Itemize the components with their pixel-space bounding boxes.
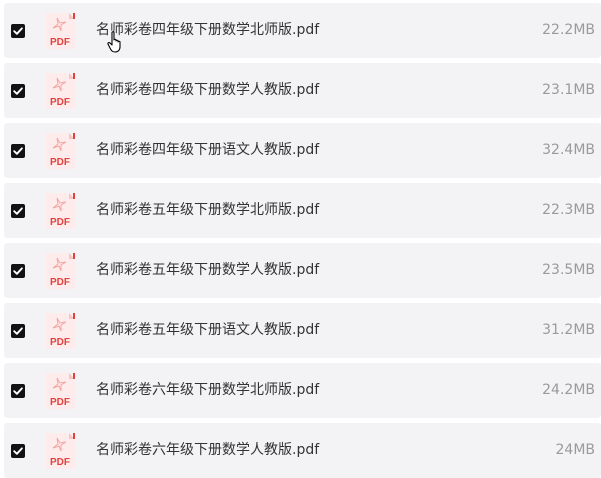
file-row[interactable]: PDF 名师彩卷六年级下册数学人教版.pdf 24MB: [4, 423, 601, 478]
file-size: 23.5MB: [542, 262, 595, 278]
file-name[interactable]: 名师彩卷五年级下册数学人教版.pdf: [96, 243, 319, 298]
pdf-icon-label: PDF: [50, 37, 70, 48]
file-row[interactable]: PDF 名师彩卷四年级下册语文人教版.pdf 32.4MB: [4, 123, 601, 178]
file-name[interactable]: 名师彩卷五年级下册数学北师版.pdf: [96, 183, 319, 238]
pdf-icon-label: PDF: [50, 157, 70, 168]
pdf-icon: PDF: [46, 253, 75, 289]
file-row[interactable]: PDF 名师彩卷五年级下册数学北师版.pdf 22.3MB: [4, 183, 601, 238]
file-row[interactable]: PDF 名师彩卷六年级下册数学北师版.pdf 24.2MB: [4, 363, 601, 418]
file-checkbox[interactable]: [11, 264, 25, 278]
file-name[interactable]: 名师彩卷四年级下册语文人教版.pdf: [96, 123, 319, 178]
pdf-icon: PDF: [46, 193, 75, 229]
file-size: 32.4MB: [542, 142, 595, 158]
pdf-icon: PDF: [46, 13, 75, 49]
pdf-icon: PDF: [46, 433, 75, 469]
file-checkbox[interactable]: [11, 24, 25, 38]
file-row[interactable]: PDF 名师彩卷四年级下册数学北师版.pdf 22.2MB: [4, 3, 601, 58]
file-row[interactable]: PDF 名师彩卷五年级下册数学人教版.pdf 23.5MB: [4, 243, 601, 298]
pdf-icon-label: PDF: [50, 277, 70, 288]
file-name[interactable]: 名师彩卷六年级下册数学人教版.pdf: [96, 423, 319, 478]
pdf-icon-label: PDF: [50, 457, 70, 468]
pdf-icon-label: PDF: [50, 217, 70, 228]
file-size: 22.3MB: [542, 202, 595, 218]
file-checkbox[interactable]: [11, 444, 25, 458]
file-size: 31.2MB: [542, 322, 595, 338]
pdf-icon: PDF: [46, 133, 75, 169]
file-name[interactable]: 名师彩卷四年级下册数学人教版.pdf: [96, 63, 319, 118]
file-size: 24.2MB: [542, 382, 595, 398]
pdf-icon-label: PDF: [50, 97, 70, 108]
file-checkbox[interactable]: [11, 324, 25, 338]
file-name[interactable]: 名师彩卷六年级下册数学北师版.pdf: [96, 363, 319, 418]
file-checkbox[interactable]: [11, 144, 25, 158]
file-row[interactable]: PDF 名师彩卷五年级下册语文人教版.pdf 31.2MB: [4, 303, 601, 358]
file-row[interactable]: PDF 名师彩卷四年级下册数学人教版.pdf 23.1MB: [4, 63, 601, 118]
file-checkbox[interactable]: [11, 384, 25, 398]
pdf-icon: PDF: [46, 313, 75, 349]
file-size: 23.1MB: [542, 82, 595, 98]
pdf-icon-label: PDF: [50, 397, 70, 408]
file-size: 24MB: [555, 442, 596, 458]
pdf-icon: PDF: [46, 73, 75, 109]
pdf-icon-label: PDF: [50, 337, 70, 348]
file-checkbox[interactable]: [11, 204, 25, 218]
file-name[interactable]: 名师彩卷五年级下册语文人教版.pdf: [96, 303, 319, 358]
file-checkbox[interactable]: [11, 84, 25, 98]
file-size: 22.2MB: [542, 22, 595, 38]
file-list: PDF 名师彩卷四年级下册数学北师版.pdf 22.2MB PDF 名师彩卷四年…: [0, 0, 601, 478]
file-name[interactable]: 名师彩卷四年级下册数学北师版.pdf: [96, 3, 319, 58]
pdf-icon: PDF: [46, 373, 75, 409]
